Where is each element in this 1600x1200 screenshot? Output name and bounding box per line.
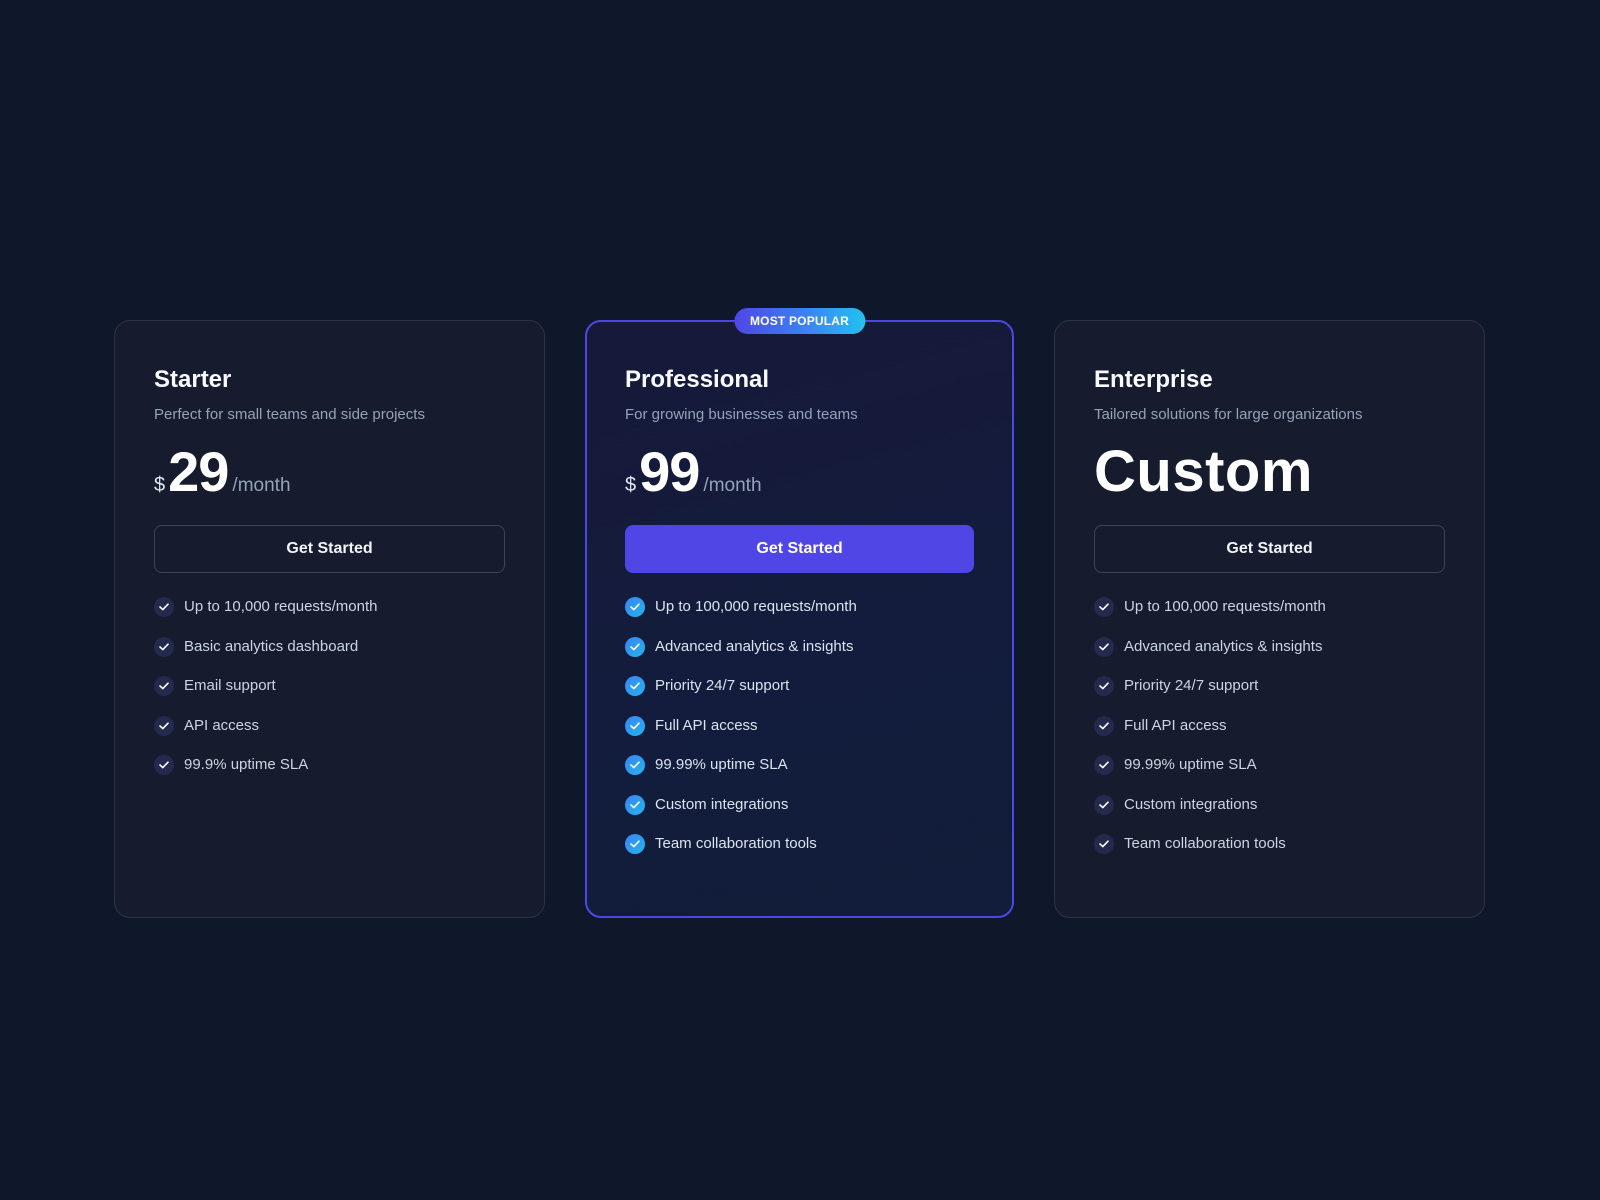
check-icon [154, 715, 174, 736]
plan-card-professional: MOST POPULAR Professional For growing bu… [585, 308, 1014, 918]
feature-text: Team collaboration tools [1124, 835, 1286, 852]
feature-text: 99.9% uptime SLA [184, 756, 309, 773]
get-started-button-starter[interactable]: Get Started [154, 525, 505, 573]
feature-item: Up to 100,000 requests/month [625, 597, 974, 617]
feature-text: Custom integrations [1124, 795, 1258, 813]
feature-text: Basic analytics dashboard [184, 637, 359, 655]
price-period: /month [232, 475, 291, 496]
feature-text: Team collaboration tools [655, 835, 817, 852]
feature-item: Email support [154, 676, 505, 696]
check-icon [154, 676, 174, 696]
feature-text: Full API access [655, 716, 758, 734]
feature-item: Full API access [1094, 715, 1445, 736]
plan-price: Custom [1094, 441, 1445, 503]
feature-text: Advanced analytics & insights [655, 637, 854, 655]
feature-item: 99.9% uptime SLA [154, 755, 505, 775]
feature-item: Advanced analytics & insights [625, 636, 974, 657]
feature-item: Full API access [625, 715, 974, 736]
check-icon [1094, 755, 1114, 775]
feature-text: Custom integrations [655, 795, 789, 813]
pricing-plans: Starter Perfect for small teams and side… [114, 308, 1485, 918]
feature-item: Basic analytics dashboard [154, 636, 505, 657]
feature-text: Priority 24/7 support [655, 677, 790, 694]
check-icon [1094, 794, 1114, 815]
get-started-button-enterprise[interactable]: Get Started [1094, 525, 1445, 573]
feature-item: Up to 100,000 requests/month [1094, 597, 1445, 617]
pricing-page: Starter Perfect for small teams and side… [0, 0, 1600, 1200]
feature-text: Priority 24/7 support [1124, 677, 1259, 694]
check-icon [625, 715, 645, 736]
feature-item: API access [154, 715, 505, 736]
feature-text: Up to 10,000 requests/month [184, 598, 378, 615]
feature-item: Up to 10,000 requests/month [154, 597, 505, 617]
check-icon [1094, 597, 1114, 617]
get-started-button-professional[interactable]: Get Started [625, 525, 974, 573]
check-icon [625, 755, 645, 775]
plan-card-enterprise: Enterprise Tailored solutions for large … [1054, 320, 1485, 918]
feature-text: Advanced analytics & insights [1124, 637, 1323, 655]
plan-name: Starter [154, 366, 232, 393]
most-popular-badge: MOST POPULAR [733, 308, 866, 334]
feature-list: Up to 100,000 requests/month Advanced an… [625, 597, 974, 854]
feature-text: Full API access [1124, 716, 1227, 734]
feature-item: Priority 24/7 support [625, 676, 974, 696]
check-icon [154, 755, 174, 775]
feature-text: 99.99% uptime SLA [655, 756, 788, 773]
check-icon [625, 834, 645, 854]
feature-text: API access [184, 716, 260, 734]
price-currency: $ [625, 474, 637, 496]
check-icon [625, 636, 645, 657]
check-icon [1094, 676, 1114, 696]
feature-item: 99.99% uptime SLA [1094, 755, 1445, 775]
feature-text: Email support [184, 677, 276, 694]
plan-name: Professional [625, 366, 770, 393]
plan-description: Tailored solutions for large organizatio… [1094, 406, 1363, 423]
price-currency: $ [154, 474, 166, 496]
feature-item: Custom integrations [625, 794, 974, 815]
feature-text: Up to 100,000 requests/month [1124, 598, 1326, 615]
price-period: /month [703, 475, 762, 496]
plan-card-starter: Starter Perfect for small teams and side… [114, 320, 545, 918]
price-amount: 99 [639, 440, 700, 503]
check-icon [1094, 715, 1114, 736]
check-icon [625, 794, 645, 815]
feature-item: 99.99% uptime SLA [625, 755, 974, 775]
feature-item: Priority 24/7 support [1094, 676, 1445, 696]
feature-list: Up to 10,000 requests/month Basic analyt… [154, 597, 505, 775]
price-amount: 29 [168, 440, 229, 503]
plan-description: Perfect for small teams and side project… [154, 406, 425, 423]
plan-name: Enterprise [1094, 366, 1213, 393]
check-icon [625, 597, 645, 617]
feature-item: Team collaboration tools [625, 834, 974, 854]
plan-price: $ 29 /month [154, 441, 505, 503]
price-amount: Custom [1094, 439, 1313, 504]
feature-item: Team collaboration tools [1094, 834, 1445, 854]
feature-list: Up to 100,000 requests/month Advanced an… [1094, 597, 1445, 854]
check-icon [1094, 834, 1114, 854]
check-icon [1094, 636, 1114, 657]
check-icon [625, 676, 645, 696]
check-icon [154, 597, 174, 617]
feature-text: Up to 100,000 requests/month [655, 598, 857, 615]
plan-description: For growing businesses and teams [625, 406, 858, 423]
check-icon [154, 636, 174, 657]
feature-text: 99.99% uptime SLA [1124, 756, 1257, 773]
feature-item: Advanced analytics & insights [1094, 636, 1445, 657]
plan-price: $ 99 /month [625, 441, 974, 503]
feature-item: Custom integrations [1094, 794, 1445, 815]
